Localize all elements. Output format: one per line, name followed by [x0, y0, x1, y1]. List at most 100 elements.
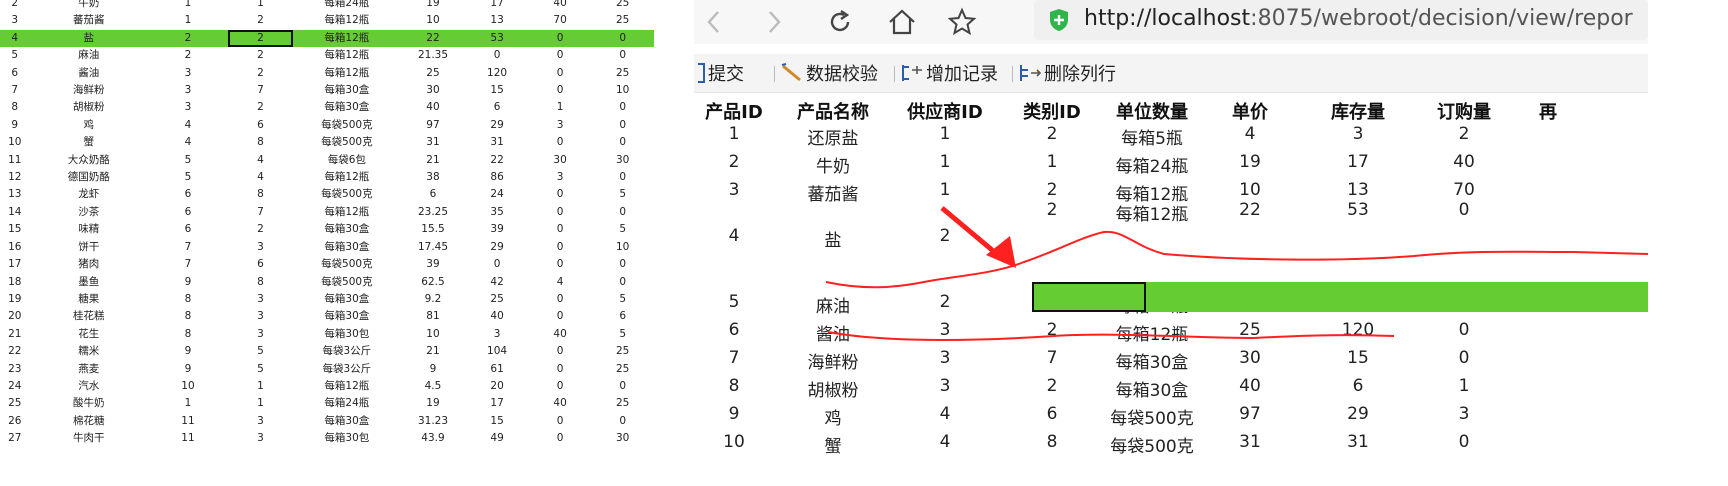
grid-cell[interactable]: 15.5: [401, 221, 466, 238]
grid-cell[interactable]: 10: [591, 239, 654, 256]
grid-cell[interactable]: 每袋500克: [293, 186, 401, 203]
grid-cell[interactable]: 每袋3公斤: [293, 361, 401, 378]
grid-cell[interactable]: 1: [148, 0, 228, 12]
grid-cell[interactable]: 19: [0, 291, 30, 308]
grid-cell[interactable]: 40: [529, 395, 592, 412]
grid-cell[interactable]: 2: [228, 12, 293, 29]
grid-row[interactable]: 6 酱油 3 2 每箱12瓶 25 120 0 25: [0, 65, 654, 82]
grid-cell[interactable]: 0: [591, 134, 654, 151]
grid-cell[interactable]: 30: [401, 82, 466, 99]
grid-cell[interactable]: 胡椒粉: [30, 99, 148, 116]
grid-cell[interactable]: 10: [401, 326, 466, 343]
grid-cell[interactable]: 11: [148, 413, 228, 430]
grid-cell[interactable]: 3: [228, 430, 293, 447]
grid-cell[interactable]: 35: [465, 204, 528, 221]
grid-cell[interactable]: 1: [228, 395, 293, 412]
grid-cell[interactable]: 8: [148, 291, 228, 308]
grid-cell[interactable]: 62.5: [401, 274, 466, 291]
grid-cell[interactable]: 17.45: [401, 239, 466, 256]
grid-cell[interactable]: 25: [591, 343, 654, 360]
grid-cell[interactable]: 6: [228, 117, 293, 134]
grid-cell[interactable]: 沙茶: [30, 204, 148, 221]
grid-cell[interactable]: 海鲜粉: [30, 82, 148, 99]
grid-cell[interactable]: 49: [465, 430, 528, 447]
grid-cell[interactable]: 4: [0, 29, 30, 48]
grid-row[interactable]: 18 墨鱼 9 8 每袋500克 62.5 42 4 0: [0, 274, 654, 291]
grid-cell[interactable]: 5: [591, 221, 654, 238]
grid-row[interactable]: 19 糖果 8 3 每箱30盒 9.2 25 0 5: [0, 291, 654, 308]
grid-cell[interactable]: 4.5: [401, 378, 466, 395]
grid-cell[interactable]: 16: [0, 239, 30, 256]
grid-cell[interactable]: 墨鱼: [30, 274, 148, 291]
grid-cell[interactable]: 牛奶: [30, 0, 148, 12]
grid-cell[interactable]: 27: [0, 430, 30, 447]
grid-cell[interactable]: 3: [148, 82, 228, 99]
grid-cell[interactable]: 蟹: [30, 134, 148, 151]
grid-cell[interactable]: 每箱12瓶: [293, 12, 401, 29]
grid-cell[interactable]: 10: [401, 12, 466, 29]
grid-cell[interactable]: 22: [400, 29, 466, 48]
grid-cell[interactable]: 0: [529, 186, 592, 203]
grid-cell[interactable]: 25: [591, 361, 654, 378]
grid-row[interactable]: 7 海鲜粉 3 7 每箱30盒 30 15 0 10: [0, 82, 654, 99]
grid-cell[interactable]: 0: [591, 413, 654, 430]
grid-row[interactable]: 11 大众奶酪 5 4 每袋6包 21 22 30 30: [0, 152, 654, 169]
grid-cell[interactable]: 2: [227, 29, 294, 48]
grid-cell[interactable]: 猪肉: [30, 256, 148, 273]
grid-cell[interactable]: 10: [591, 82, 654, 99]
grid-cell[interactable]: 3: [228, 291, 293, 308]
grid-cell[interactable]: 8: [228, 134, 293, 151]
grid-cell[interactable]: 0: [591, 169, 654, 186]
grid-cell[interactable]: 每箱30盒: [293, 221, 401, 238]
grid-cell[interactable]: 8: [0, 99, 30, 116]
grid-cell[interactable]: 4: [228, 152, 293, 169]
grid-cell[interactable]: 鸡: [30, 117, 148, 134]
grid-cell[interactable]: 25: [465, 291, 528, 308]
grid-cell[interactable]: 0: [529, 204, 592, 221]
grid-cell[interactable]: 6: [465, 99, 528, 116]
grid-cell[interactable]: 3: [228, 326, 293, 343]
grid-cell[interactable]: 6: [0, 65, 30, 82]
grid-cell[interactable]: 104: [465, 343, 528, 360]
grid-cell[interactable]: 6: [148, 221, 228, 238]
grid-cell[interactable]: 25: [591, 65, 654, 82]
grid-cell[interactable]: 桂花糕: [30, 308, 148, 325]
grid-cell[interactable]: 7: [0, 82, 30, 99]
grid-cell[interactable]: 70: [529, 12, 592, 29]
grid-cell[interactable]: 21: [0, 326, 30, 343]
grid-cell[interactable]: 糖果: [30, 291, 148, 308]
grid-cell[interactable]: 17: [465, 0, 528, 12]
grid-row[interactable]: 20 桂花糕 8 3 每箱30盒 81 40 0 6: [0, 308, 654, 325]
grid-cell[interactable]: 酸牛奶: [30, 395, 148, 412]
grid-cell[interactable]: 86: [465, 169, 528, 186]
grid-cell[interactable]: 每袋500克: [293, 256, 401, 273]
grid-cell[interactable]: 1: [228, 0, 293, 12]
grid-cell[interactable]: 0: [591, 378, 654, 395]
grid-cell[interactable]: 40: [529, 326, 592, 343]
grid-cell[interactable]: 每箱30盒: [293, 413, 401, 430]
grid-cell[interactable]: 21: [401, 152, 466, 169]
grid-cell[interactable]: 29: [465, 117, 528, 134]
grid-cell[interactable]: 盐: [29, 29, 148, 48]
grid-cell[interactable]: 23: [0, 361, 30, 378]
grid-row[interactable]: 3 蕃茄酱 1 2 每箱12瓶 10 13 70 25: [0, 12, 654, 29]
grid-cell[interactable]: 0: [591, 29, 654, 48]
grid-cell[interactable]: 120: [465, 65, 528, 82]
grid-cell[interactable]: 4: [529, 274, 592, 291]
grid-cell[interactable]: 5: [591, 186, 654, 203]
grid-cell[interactable]: 汽水: [30, 378, 148, 395]
grid-cell[interactable]: 21.35: [401, 47, 466, 64]
grid-cell[interactable]: 14: [0, 204, 30, 221]
grid-cell[interactable]: 9: [148, 361, 228, 378]
grid-cell[interactable]: 0: [529, 47, 592, 64]
grid-cell[interactable]: 3: [529, 169, 592, 186]
grid-cell[interactable]: 每袋500克: [293, 134, 401, 151]
grid-cell[interactable]: 81: [401, 308, 466, 325]
grid-cell[interactable]: 3: [0, 12, 30, 29]
grid-cell[interactable]: 0: [465, 256, 528, 273]
grid-cell[interactable]: 每箱30包: [293, 326, 401, 343]
grid-cell[interactable]: 38: [401, 169, 466, 186]
grid-cell[interactable]: 97: [401, 117, 466, 134]
grid-cell[interactable]: 13: [465, 12, 528, 29]
grid-cell[interactable]: 7: [148, 256, 228, 273]
